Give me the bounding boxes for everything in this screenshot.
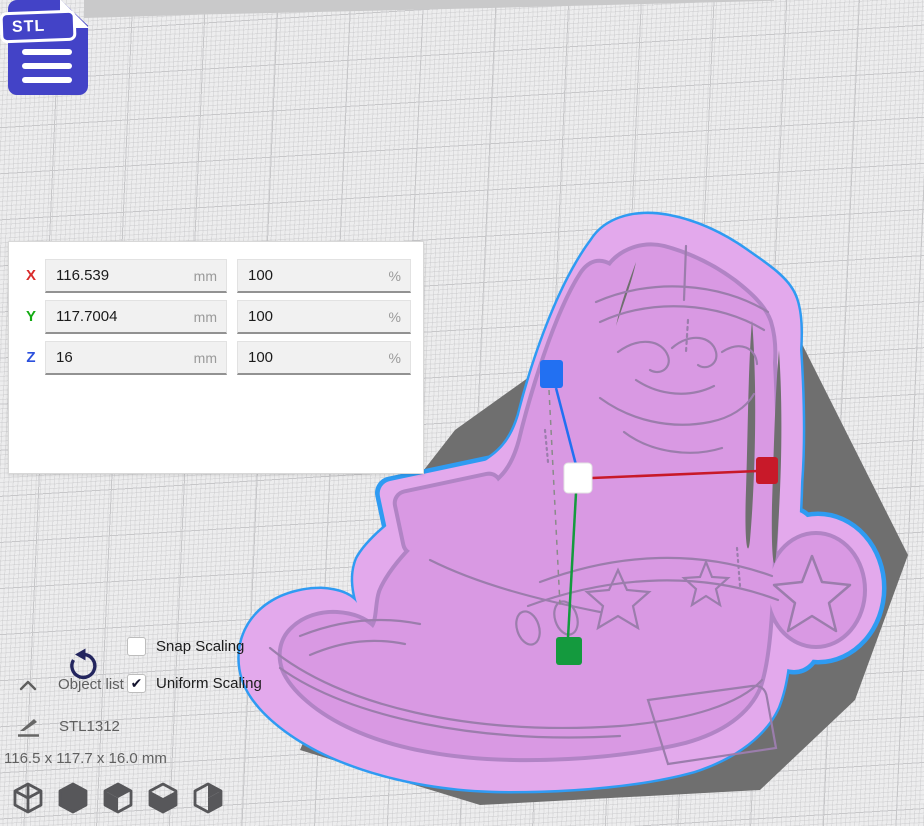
- cura-viewport: STL X mm % Y mm %: [0, 0, 924, 826]
- object-name: STL1312: [59, 718, 120, 735]
- axis-z-label: Z: [23, 349, 39, 366]
- cube-wireframe-icon[interactable]: [10, 780, 46, 818]
- y-percent-field: %: [237, 300, 411, 334]
- object-dimensions: 116.5 x 117.7 x 16.0 mm: [4, 750, 167, 767]
- cube-top-face-icon[interactable]: [145, 780, 181, 818]
- x-size-field: mm: [45, 259, 227, 293]
- stl-badge: STL: [0, 10, 77, 44]
- axis-y-label: Y: [23, 308, 39, 325]
- z-percent-field: %: [237, 341, 411, 375]
- x-size-input[interactable]: [46, 260, 226, 291]
- lay-flat-pencil-icon: [14, 713, 42, 739]
- scale-tool-panel: X mm % Y mm % Z mm: [8, 241, 424, 474]
- gizmo-y-handle[interactable]: [556, 637, 582, 665]
- scale-row-z: Z mm %: [9, 341, 423, 375]
- z-percent-input[interactable]: [238, 342, 410, 373]
- snap-scaling-checkbox[interactable]: [127, 637, 146, 656]
- scale-row-y: Y mm %: [9, 300, 423, 334]
- uniform-scaling-checkbox[interactable]: ✔: [127, 674, 146, 693]
- uniform-scaling-label: Uniform Scaling: [156, 675, 262, 692]
- x-percent-field: %: [237, 259, 411, 293]
- gizmo-z-handle[interactable]: [540, 360, 563, 388]
- view-mode-toolbar: [10, 780, 226, 818]
- object-list-label: Object list: [58, 676, 124, 693]
- cube-solid-icon[interactable]: [55, 780, 91, 818]
- collapse-chevron-icon[interactable]: [14, 677, 42, 693]
- gizmo-center-handle[interactable]: [564, 463, 592, 493]
- object-list-item[interactable]: STL1312: [0, 713, 120, 739]
- z-size-input[interactable]: [46, 342, 226, 373]
- y-size-field: mm: [45, 300, 227, 334]
- snap-scaling-option: Snap Scaling: [127, 636, 244, 656]
- snap-scaling-label: Snap Scaling: [156, 638, 244, 655]
- stl-file-icon: STL: [0, 0, 92, 100]
- uniform-scaling-option: ✔ Uniform Scaling: [127, 673, 262, 693]
- object-list-header[interactable]: Object list: [0, 676, 124, 693]
- y-size-input[interactable]: [46, 301, 226, 332]
- axis-x-label: X: [23, 267, 39, 284]
- cube-section-icon[interactable]: [190, 780, 226, 818]
- gizmo-x-handle[interactable]: [756, 457, 778, 484]
- scale-row-x: X mm %: [9, 259, 423, 293]
- uniform-scaling-checkmark: ✔: [131, 675, 143, 691]
- stl-badge-label: STL: [12, 18, 46, 36]
- x-percent-input[interactable]: [238, 260, 410, 291]
- y-percent-input[interactable]: [238, 301, 410, 332]
- cube-front-face-icon[interactable]: [100, 780, 136, 818]
- z-size-field: mm: [45, 341, 227, 375]
